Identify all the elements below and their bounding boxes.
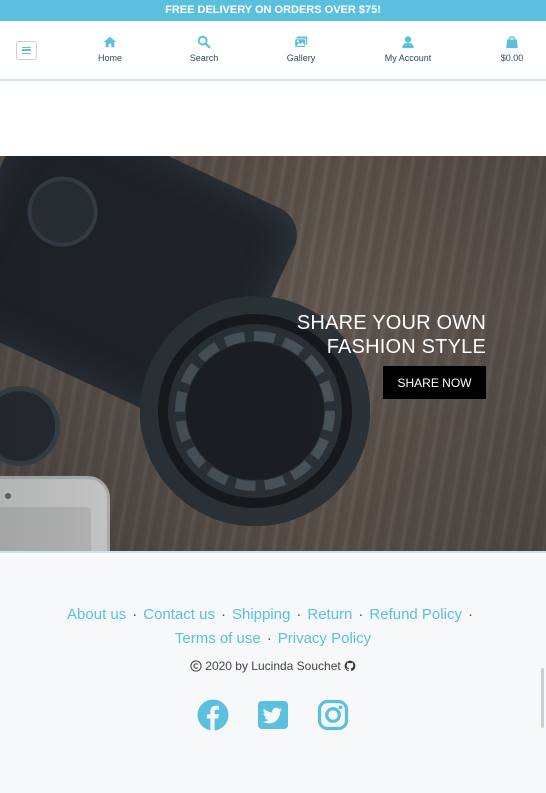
instagram-icon[interactable] [317, 699, 349, 731]
hero-heading: SHARE YOUR OWN FASHION STYLE [297, 311, 486, 359]
nav-home[interactable]: Home [95, 35, 125, 63]
menu-toggle-button[interactable] [16, 41, 37, 60]
hamburger-icon [22, 47, 31, 54]
images-icon [294, 36, 308, 48]
facebook-icon[interactable] [197, 699, 229, 731]
link-separator: · [296, 606, 302, 623]
scrollbar-thumb[interactable] [541, 668, 544, 728]
hero-heading-line2: FASHION STYLE [326, 336, 486, 358]
copyright-icon [190, 660, 202, 672]
link-separator: · [266, 630, 272, 647]
link-separator: · [358, 606, 364, 623]
footer: About us · Contact us · Shipping · Return · Refu… [0, 555, 546, 793]
nav-search-label: Search [189, 53, 219, 63]
user-icon [402, 36, 414, 49]
hero-heading-line1: SHARE YOUR OWN [296, 312, 486, 334]
footer-link-about[interactable]: About us [67, 606, 126, 623]
copyright-text: 2020 by Lucinda Souchet [205, 659, 341, 673]
github-icon[interactable] [344, 660, 356, 672]
shopping-bag-icon [506, 36, 518, 49]
home-icon [103, 36, 117, 48]
nav-search[interactable]: Search [186, 35, 222, 63]
link-separator: · [467, 606, 473, 623]
nav-my-account-label: My Account [384, 53, 432, 63]
link-separator: · [132, 606, 138, 623]
nav-my-account[interactable]: My Account [380, 35, 436, 63]
promo-banner: FREE DELIVERY ON ORDERS OVER $75! [0, 0, 546, 21]
footer-link-contact[interactable]: Contact us [143, 606, 215, 623]
footer-link-privacy[interactable]: Privacy Policy [278, 630, 371, 647]
share-now-button[interactable]: SHARE NOW [383, 366, 486, 399]
footer-link-return[interactable]: Return [307, 606, 352, 623]
search-icon [197, 35, 211, 49]
top-navbar: Home Search Gallery My Account $0.00 [0, 21, 546, 81]
nav-gallery[interactable]: Gallery [282, 35, 320, 63]
nav-home-label: Home [97, 53, 122, 63]
hero-banner: SHARE YOUR OWN FASHION STYLE SHARE NOW [0, 156, 546, 553]
footer-link-shipping[interactable]: Shipping [232, 606, 290, 623]
copyright-line: 2020 by Lucinda Souchet [0, 659, 546, 673]
twitter-icon[interactable] [257, 699, 289, 731]
social-links [0, 699, 546, 731]
cart-total: $0.00 [500, 53, 524, 63]
nav-gallery-label: Gallery [286, 53, 316, 63]
footer-links: About us · Contact us · Shipping · Return · Refu… [0, 603, 546, 651]
footer-link-terms[interactable]: Terms of use [175, 630, 261, 647]
nav-cart[interactable]: $0.00 [497, 35, 527, 63]
link-separator: · [220, 606, 226, 623]
footer-link-refund[interactable]: Refund Policy [369, 606, 462, 623]
